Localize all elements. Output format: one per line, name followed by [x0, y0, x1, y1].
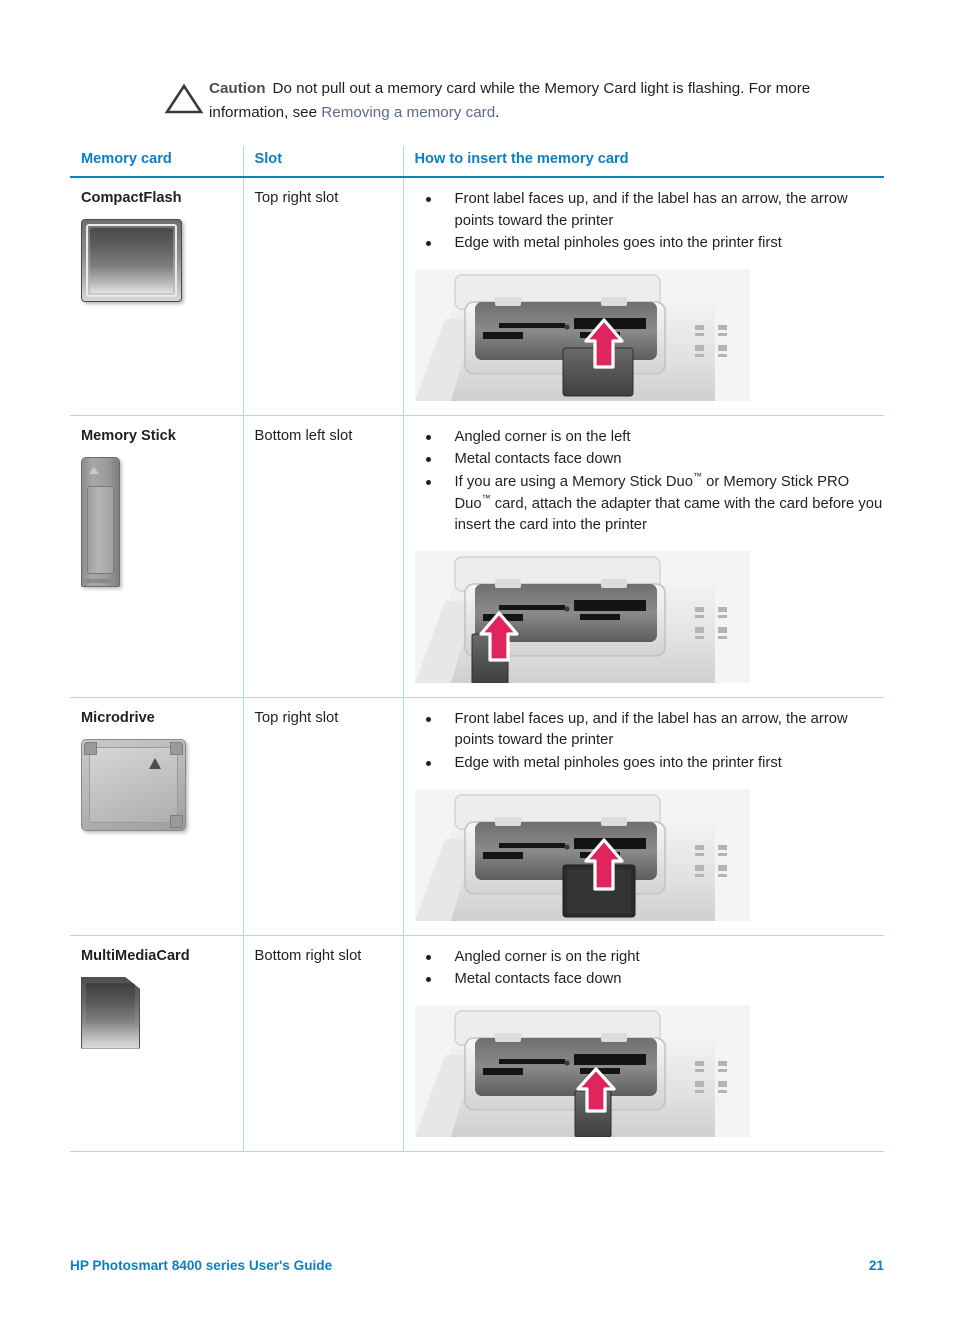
compactflash-card-icon	[81, 219, 182, 302]
cell-instructions: Front label faces up, and if the label h…	[402, 177, 885, 416]
memory-stick-label-area	[87, 485, 114, 574]
microdrive-corner-br	[170, 814, 183, 828]
memory-stick-card-icon	[81, 456, 120, 587]
trademark-symbol: ™	[481, 492, 491, 503]
instruction-list: Front label faces up, and if the label h…	[415, 189, 885, 255]
footer-page-number: 21	[868, 1258, 884, 1273]
table-header: Memory card Slot How to insert the memor…	[70, 146, 884, 178]
memory-stick-notch	[89, 466, 99, 474]
caution-note: Caution Do not pull out a memory card whi…	[163, 76, 863, 124]
instruction-list: Front label faces up, and if the label h…	[415, 709, 885, 775]
table-row: CompactFlash Top right slot Front label …	[70, 177, 885, 416]
trademark-symbol: ™	[693, 470, 702, 481]
list-item: Front label faces up, and if the label h…	[415, 709, 885, 752]
microdrive-corner-tr	[170, 741, 183, 755]
list-item: Edge with metal pinholes goes into the p…	[415, 233, 885, 255]
microdrive-direction-arrow-icon	[149, 757, 161, 769]
list-item: Edge with metal pinholes goes into the p…	[415, 753, 885, 775]
document-page: Caution Do not pull out a memory card whi…	[0, 0, 954, 1321]
microdrive-corner-tl	[84, 741, 97, 755]
list-item: Metal contacts face down	[415, 969, 885, 991]
caution-body-before: Do not pull out a memory card while the …	[209, 80, 811, 121]
card-name-label: CompactFlash	[81, 190, 182, 206]
slot-label: Top right slot	[254, 190, 339, 206]
multimediacard-card-icon	[81, 976, 140, 1049]
list-item: If you are using a Memory Stick Duo™ or …	[415, 470, 885, 537]
column-header-memory-card: Memory card	[70, 146, 243, 178]
cell-instructions: Angled corner is on the right Metal cont…	[402, 935, 885, 1152]
list-item: Metal contacts face down	[415, 449, 885, 471]
removing-a-memory-card-link[interactable]: Removing a memory card	[321, 104, 495, 121]
microdrive-label-area	[89, 746, 178, 823]
page-footer: HP Photosmart 8400 series User's Guide 2…	[70, 1258, 884, 1273]
card-name-label: Memory Stick	[81, 427, 176, 444]
list-item: Angled corner is on the left	[415, 427, 885, 449]
table-row: MultiMediaCard Bottom right slot Angled …	[70, 935, 885, 1152]
instruction-list: Angled corner is on the left Metal conta…	[415, 427, 885, 537]
memory-card-table: Memory card Slot How to insert the memor…	[70, 146, 884, 1152]
warning-triangle-icon	[163, 76, 209, 116]
caution-text: Caution Do not pull out a memory card whi…	[209, 76, 863, 124]
cell-instructions: Front label faces up, and if the label h…	[402, 697, 885, 936]
cell-slot: Top right slot	[242, 697, 403, 936]
list-item: Front label faces up, and if the label h…	[415, 189, 885, 232]
slot-label: Bottom right slot	[254, 947, 362, 964]
cell-card-name: Memory Stick	[70, 415, 243, 698]
caution-label: Caution	[209, 80, 266, 97]
table-body: CompactFlash Top right slot Front label …	[70, 177, 885, 1152]
slot-label: Top right slot	[254, 709, 339, 726]
slot-label: Bottom left slot	[254, 427, 353, 444]
card-thumbnail	[81, 976, 243, 1049]
card-thumbnail	[81, 456, 243, 587]
column-header-slot: Slot	[242, 146, 403, 178]
cell-slot: Bottom left slot	[242, 415, 403, 698]
card-name-label: MultiMediaCard	[81, 947, 190, 964]
printer-slot-top-right-illustration	[414, 268, 750, 401]
memory-stick-contacts	[86, 578, 115, 583]
printer-slot-bottom-right-illustration	[414, 1004, 750, 1137]
table-row: Microdrive Top right slot Front label fa…	[70, 697, 885, 936]
table-header-row: Memory card Slot How to insert the memor…	[70, 146, 884, 178]
microdrive-card-icon	[81, 738, 186, 831]
cell-card-name: MultiMediaCard	[70, 935, 243, 1152]
cell-slot: Bottom right slot	[242, 935, 403, 1152]
cell-card-name: Microdrive	[70, 697, 243, 936]
list-item: Angled corner is on the right	[415, 947, 885, 969]
printer-slot-top-right-illustration	[414, 788, 750, 921]
card-name-label: Microdrive	[81, 709, 155, 726]
cell-card-name: CompactFlash	[70, 177, 243, 416]
table-row: Memory Stick Bottom left slot Angled cor…	[70, 415, 885, 698]
footer-guide-title: HP Photosmart 8400 series User's Guide	[70, 1258, 333, 1273]
card-thumbnail	[81, 219, 243, 302]
card-thumbnail	[81, 738, 243, 831]
cell-slot: Top right slot	[242, 177, 403, 416]
column-header-how-to-insert: How to insert the memory card	[402, 146, 884, 178]
caution-body-after: .	[495, 103, 500, 121]
instruction-list: Angled corner is on the right Metal cont…	[415, 947, 885, 991]
cell-instructions: Angled corner is on the left Metal conta…	[402, 415, 885, 698]
printer-slot-bottom-left-illustration	[414, 550, 750, 683]
